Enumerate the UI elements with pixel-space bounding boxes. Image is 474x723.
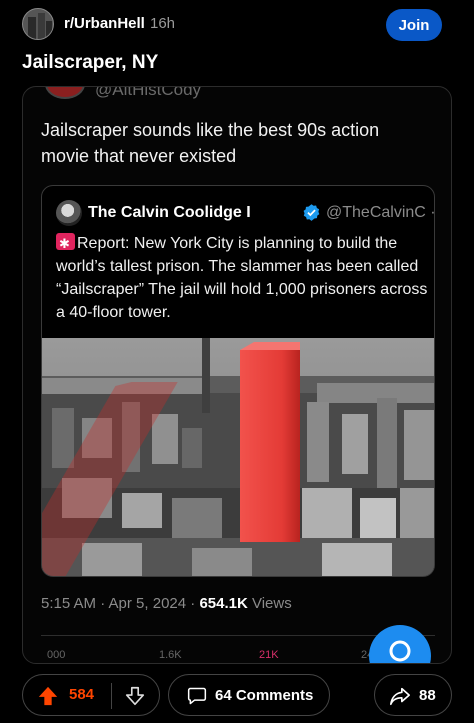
- upvote-arrow-icon[interactable]: [37, 685, 59, 707]
- quoted-text-body: Report: New York City is planning to bui…: [56, 235, 428, 321]
- comments-button[interactable]: 64 Comments: [168, 674, 330, 716]
- city-rendering-illustration: [42, 338, 434, 576]
- quoted-tweet-text: Report: New York City is planning to bui…: [56, 232, 428, 324]
- quoted-tweet[interactable]: The Calvin Coolidge I @TheCalvinC · 9h R…: [41, 185, 435, 577]
- quoted-author-handle: @TheCalvinC · 9h: [326, 204, 434, 221]
- subreddit-avatar[interactable]: [22, 8, 54, 40]
- quoted-author-name: The Calvin Coolidge I: [88, 204, 251, 221]
- retweet-count: 1.6K: [159, 649, 182, 661]
- verified-badge-icon: [303, 204, 320, 221]
- post-time: 16h: [150, 15, 176, 32]
- post-action-bar: 584 64 Comments 88: [0, 668, 474, 723]
- subreddit-name[interactable]: r/UrbanHell: [64, 15, 145, 32]
- upvote-count: 584: [69, 686, 95, 703]
- share-button[interactable]: 88: [374, 674, 452, 716]
- share-count: 88: [419, 687, 436, 704]
- like-count: 21K: [259, 649, 279, 661]
- downvote-arrow-icon[interactable]: [124, 685, 146, 707]
- red-tower: [240, 350, 300, 542]
- embedded-tweet-card[interactable]: @AltHistCody Jailscraper sounds like the…: [22, 86, 452, 664]
- post-title[interactable]: Jailscraper, NY: [22, 52, 158, 74]
- quoted-tweet-image[interactable]: [42, 338, 434, 576]
- share-arrow-icon: [390, 687, 410, 706]
- views-label: Views: [247, 595, 292, 612]
- floating-action-button[interactable]: [369, 625, 431, 663]
- join-button[interactable]: Join: [386, 9, 442, 41]
- post-header: r/UrbanHell 16h Join: [0, 0, 474, 50]
- tweet-author-avatar: [45, 87, 85, 99]
- views-count: 654.1K: [199, 595, 248, 612]
- tweet-timestamp: 5:15 AM · Apr 5, 2024 ·: [41, 595, 200, 612]
- tweet-text: Jailscraper sounds like the best 90s act…: [41, 120, 380, 166]
- tweet-meta: 5:15 AM · Apr 5, 2024 · 654.1K Views: [41, 595, 292, 612]
- vote-control: 584: [22, 674, 160, 716]
- fab-icon: [389, 640, 411, 662]
- reply-count: 000: [47, 649, 66, 661]
- comment-bubble-icon: [187, 687, 207, 705]
- quoted-author-avatar: [56, 200, 82, 226]
- vote-separator: [111, 683, 112, 709]
- siren-emoji-icon: [56, 232, 75, 255]
- comments-count: 64 Comments: [215, 687, 314, 704]
- tweet-author-handle: @AltHistCody: [95, 86, 202, 99]
